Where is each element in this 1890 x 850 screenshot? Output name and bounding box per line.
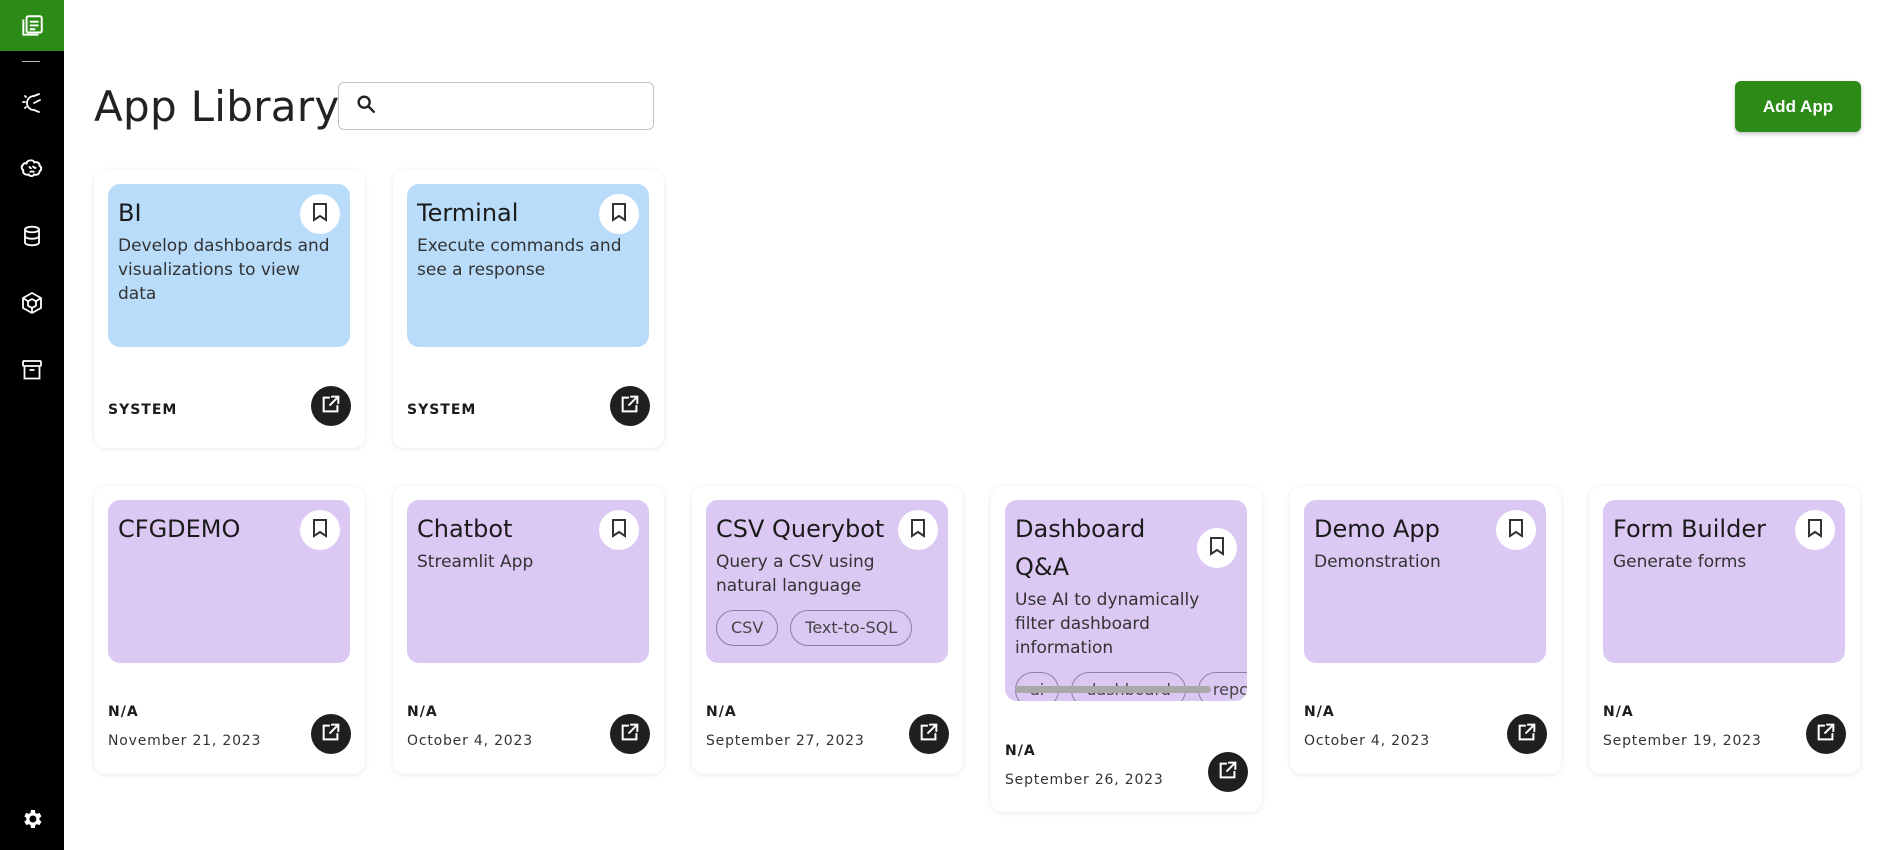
- app-card[interactable]: Dashboard Q&A Use AI to dynamically filt…: [991, 486, 1262, 812]
- gear-icon: [20, 807, 44, 831]
- app-description: Generate forms: [1613, 552, 1747, 572]
- model-icon: [19, 156, 45, 182]
- page-title: App Library: [94, 82, 340, 131]
- bookmark-icon: [311, 202, 329, 227]
- sidebar-item-database[interactable]: [19, 223, 45, 249]
- app-description: Use AI to dynamically filter dashboard i…: [1015, 590, 1200, 658]
- app-library-icon: [19, 13, 45, 39]
- open-in-new-icon: [320, 393, 342, 420]
- app-card-header: CSV Querybot Query a CSV using natural l…: [706, 500, 948, 663]
- bookmark-button[interactable]: [1197, 528, 1237, 568]
- open-app-button[interactable]: [1806, 714, 1846, 754]
- app-owner: SYSTEM: [108, 402, 178, 418]
- bookmark-button[interactable]: [300, 510, 340, 550]
- database-icon: [20, 224, 44, 248]
- prompt-icon: [20, 91, 44, 115]
- app-card[interactable]: CFGDEMO N/A November 21, 2023: [94, 486, 365, 774]
- app-date: September 27, 2023: [706, 733, 865, 749]
- app-owner: N/A: [1603, 704, 1634, 720]
- app-description: Streamlit App: [417, 552, 534, 572]
- open-in-new-icon: [320, 721, 342, 748]
- main-content: App Library Add App BI Develop dashboard…: [64, 0, 1890, 850]
- bookmark-button[interactable]: [898, 510, 938, 550]
- app-library-nav-button[interactable]: [0, 0, 64, 51]
- open-in-new-icon: [619, 721, 641, 748]
- app-date: September 19, 2023: [1603, 733, 1762, 749]
- sidebar-item-catalog[interactable]: [19, 290, 45, 316]
- app-card-header: Dashboard Q&A Use AI to dynamically filt…: [1005, 500, 1247, 701]
- app-owner: N/A: [1005, 743, 1036, 759]
- open-in-new-icon: [619, 393, 641, 420]
- tag-chip[interactable]: CSV: [716, 610, 779, 646]
- tag-scrollbar[interactable]: [1015, 686, 1211, 693]
- bookmark-button[interactable]: [599, 194, 639, 234]
- open-app-button[interactable]: [610, 714, 650, 754]
- search-box[interactable]: [338, 82, 654, 130]
- app-card[interactable]: Demo App Demonstration N/A October 4, 20…: [1290, 486, 1561, 774]
- search-icon: [355, 93, 377, 120]
- app-description: Execute commands and see a response: [417, 236, 622, 280]
- tag-chip[interactable]: Text-to-SQL: [790, 610, 913, 646]
- app-card-header: Demo App Demonstration: [1304, 500, 1546, 663]
- app-date: September 26, 2023: [1005, 772, 1164, 788]
- bookmark-icon: [610, 518, 628, 543]
- catalog-icon: [20, 291, 44, 315]
- app-owner: N/A: [407, 704, 438, 720]
- bookmark-button[interactable]: [599, 510, 639, 550]
- open-in-new-icon: [1217, 759, 1239, 786]
- app-date: October 4, 2023: [1304, 733, 1430, 749]
- bookmark-icon: [909, 518, 927, 543]
- bookmark-icon: [1507, 518, 1525, 543]
- app-card[interactable]: Form Builder Generate forms N/A Septembe…: [1589, 486, 1860, 774]
- app-card[interactable]: CSV Querybot Query a CSV using natural l…: [692, 486, 963, 774]
- app-description: Develop dashboards and visualizations to…: [118, 236, 330, 304]
- app-description: Demonstration: [1314, 552, 1441, 572]
- open-app-button[interactable]: [311, 714, 351, 754]
- app-date: October 4, 2023: [407, 733, 533, 749]
- bookmark-icon: [610, 202, 628, 227]
- bookmark-icon: [1806, 518, 1824, 543]
- app-card-header: CFGDEMO: [108, 500, 350, 663]
- app-card[interactable]: Terminal Execute commands and see a resp…: [393, 170, 664, 448]
- open-app-button[interactable]: [1507, 714, 1547, 754]
- sidebar: [0, 0, 64, 850]
- open-app-button[interactable]: [610, 386, 650, 426]
- search-input[interactable]: [387, 97, 647, 115]
- add-app-button[interactable]: Add App: [1735, 81, 1861, 132]
- app-owner: N/A: [706, 704, 737, 720]
- app-card-header: Chatbot Streamlit App: [407, 500, 649, 663]
- settings-button[interactable]: [19, 806, 45, 832]
- app-card-header: BI Develop dashboards and visualizations…: [108, 184, 350, 347]
- bookmark-icon: [1208, 536, 1226, 561]
- open-in-new-icon: [918, 721, 940, 748]
- bookmark-icon: [311, 518, 329, 543]
- bookmark-button[interactable]: [300, 194, 340, 234]
- open-app-button[interactable]: [1208, 752, 1248, 792]
- sidebar-item-prompt[interactable]: [19, 90, 45, 116]
- app-card[interactable]: Chatbot Streamlit App N/A October 4, 202…: [393, 486, 664, 774]
- app-date: November 21, 2023: [108, 733, 262, 749]
- bookmark-button[interactable]: [1496, 510, 1536, 550]
- app-card-header: Terminal Execute commands and see a resp…: [407, 184, 649, 347]
- open-in-new-icon: [1516, 721, 1538, 748]
- sidebar-item-storage[interactable]: [19, 357, 45, 383]
- tag-list: CSV Text-to-SQL: [716, 610, 938, 646]
- app-description: Query a CSV using natural language: [716, 552, 875, 596]
- app-card[interactable]: BI Develop dashboards and visualizations…: [94, 170, 365, 448]
- app-owner: SYSTEM: [407, 402, 477, 418]
- sidebar-divider: [22, 61, 40, 62]
- app-owner: N/A: [1304, 704, 1335, 720]
- app-owner: N/A: [108, 704, 139, 720]
- open-app-button[interactable]: [311, 386, 351, 426]
- storage-icon: [20, 358, 44, 382]
- open-app-button[interactable]: [909, 714, 949, 754]
- open-in-new-icon: [1815, 721, 1837, 748]
- sidebar-item-models[interactable]: [19, 156, 45, 182]
- app-card-header: Form Builder Generate forms: [1603, 500, 1845, 663]
- bookmark-button[interactable]: [1795, 510, 1835, 550]
